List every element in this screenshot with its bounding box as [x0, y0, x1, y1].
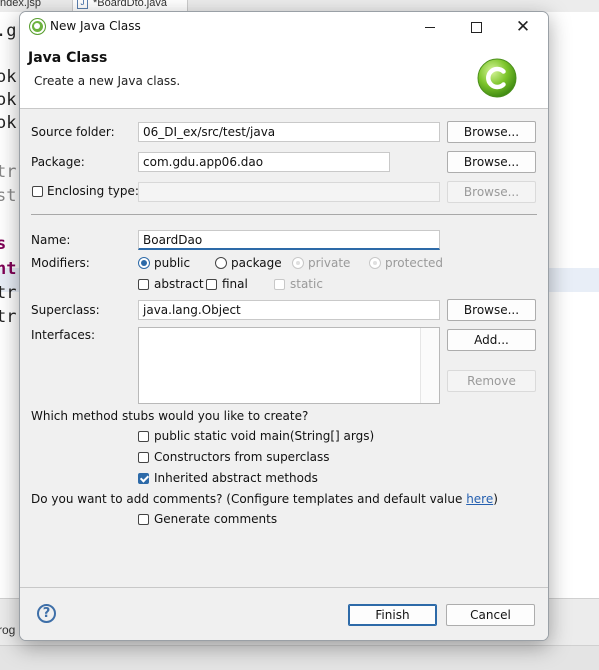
minimize-icon — [425, 27, 435, 28]
code-fragment: tr — [0, 162, 17, 182]
modifier-final-label: final — [222, 277, 248, 291]
wizard-description: Create a new Java class. — [34, 74, 181, 88]
add-interface-button[interactable]: Add... — [447, 329, 536, 351]
modifier-abstract-label: abstract — [154, 277, 204, 291]
close-button[interactable]: ✕ — [500, 12, 546, 42]
cancel-button[interactable]: Cancel — [446, 604, 535, 626]
modifier-final-checkbox[interactable] — [206, 279, 217, 290]
stub-inherited-label: Inherited abstract methods — [154, 471, 318, 485]
modifier-package-radio[interactable] — [215, 257, 227, 269]
interfaces-scrollbar[interactable] — [420, 328, 439, 403]
code-fragment: nt — [0, 259, 17, 279]
modifier-static-checkbox — [274, 279, 285, 290]
class-name-input[interactable]: BoardDao — [138, 230, 440, 250]
name-label: Name: — [31, 233, 71, 247]
code-fragment: .g — [0, 21, 17, 41]
editor-tab-active[interactable]: J *BoardDto.java — [72, 0, 188, 11]
comments-question: Do you want to add comments? (Configure … — [31, 492, 498, 506]
modifier-public-label: public — [154, 256, 191, 270]
code-fragment: st — [0, 186, 17, 206]
code-fragment: ok — [0, 90, 17, 110]
code-fragment: ok — [0, 113, 17, 133]
stub-main-checkbox[interactable] — [138, 431, 149, 442]
comments-question-suffix: ) — [493, 492, 498, 506]
enclosing-type-browse-button: Browse... — [447, 181, 536, 203]
finish-button[interactable]: Finish — [348, 604, 437, 626]
generate-comments-checkbox[interactable] — [138, 514, 149, 525]
enclosing-type-label: Enclosing type: — [47, 184, 139, 198]
dialog-titlebar[interactable]: New Java Class ✕ — [20, 12, 548, 42]
maximize-button[interactable] — [453, 12, 499, 42]
modifier-protected-label: protected — [385, 256, 444, 270]
spring-leaf-icon — [29, 18, 46, 35]
modifiers-label: Modifiers: — [31, 256, 90, 270]
modifier-abstract-checkbox[interactable] — [138, 279, 149, 290]
stub-inherited-checkbox[interactable] — [138, 473, 149, 484]
modifier-protected-radio — [369, 257, 381, 269]
stub-main-label: public static void main(String[] args) — [154, 429, 375, 443]
maximize-icon — [470, 22, 482, 33]
close-icon: ✕ — [515, 17, 531, 37]
superclass-browse-button[interactable]: Browse... — [447, 299, 536, 321]
wizard-header: Java Class Create a new Java class. — [20, 42, 548, 109]
minimize-button[interactable] — [407, 12, 453, 42]
modifier-public-radio[interactable] — [138, 257, 150, 269]
superclass-input[interactable]: java.lang.Object — [138, 300, 440, 320]
code-fragment: s — [0, 234, 7, 254]
dialog-footer: ? Finish Cancel — [20, 587, 548, 640]
new-java-class-dialog: New Java Class ✕ Java Class Create a new… — [19, 11, 549, 641]
package-label: Package: — [31, 155, 85, 169]
interfaces-label: Interfaces: — [31, 328, 96, 342]
modifier-package-label: package — [231, 256, 282, 270]
status-bar — [0, 645, 599, 670]
package-browse-button[interactable]: Browse... — [447, 151, 536, 173]
generate-comments-label: Generate comments — [154, 512, 278, 526]
java-file-icon: J — [77, 0, 88, 10]
code-fragment: tr — [0, 283, 17, 303]
wizard-title: Java Class — [28, 50, 108, 66]
source-folder-label: Source folder: — [31, 125, 115, 139]
code-fragment: tr — [0, 307, 17, 327]
editor-tab[interactable]: ndex.jsp — [0, 0, 41, 11]
editor-tab-label: ndex.jsp — [0, 0, 41, 9]
stub-constructors-label: Constructors from superclass — [154, 450, 330, 464]
method-stubs-question: Which method stubs would you like to cre… — [31, 409, 309, 423]
dialog-title: New Java Class — [50, 19, 141, 33]
code-fragment: ok — [0, 67, 17, 87]
interfaces-list[interactable] — [138, 327, 440, 404]
enclosing-type-checkbox[interactable] — [32, 186, 43, 197]
stub-constructors-checkbox[interactable] — [138, 452, 149, 463]
modifier-private-label: private — [308, 256, 351, 270]
source-folder-browse-button[interactable]: Browse... — [447, 121, 536, 143]
comments-question-text: Do you want to add comments? (Configure … — [31, 492, 467, 506]
package-input[interactable]: com.gdu.app06.dao — [138, 152, 390, 172]
bottom-panel-tab[interactable]: rog — [0, 623, 15, 637]
wizard-form: Source folder: 06_DI_ex/src/test/java Br… — [20, 109, 548, 587]
enclosing-type-input — [138, 182, 440, 202]
separator — [31, 214, 537, 215]
modifier-static-label: static — [290, 277, 323, 291]
editor-tab-label: *BoardDto.java — [93, 0, 167, 9]
remove-interface-button: Remove — [447, 370, 536, 392]
help-icon[interactable]: ? — [37, 604, 56, 623]
modifier-private-radio — [292, 257, 304, 269]
configure-templates-link[interactable]: here — [466, 492, 493, 506]
source-folder-input[interactable]: 06_DI_ex/src/test/java — [138, 122, 440, 142]
superclass-label: Superclass: — [31, 303, 100, 317]
new-class-wizard-icon — [477, 58, 517, 98]
